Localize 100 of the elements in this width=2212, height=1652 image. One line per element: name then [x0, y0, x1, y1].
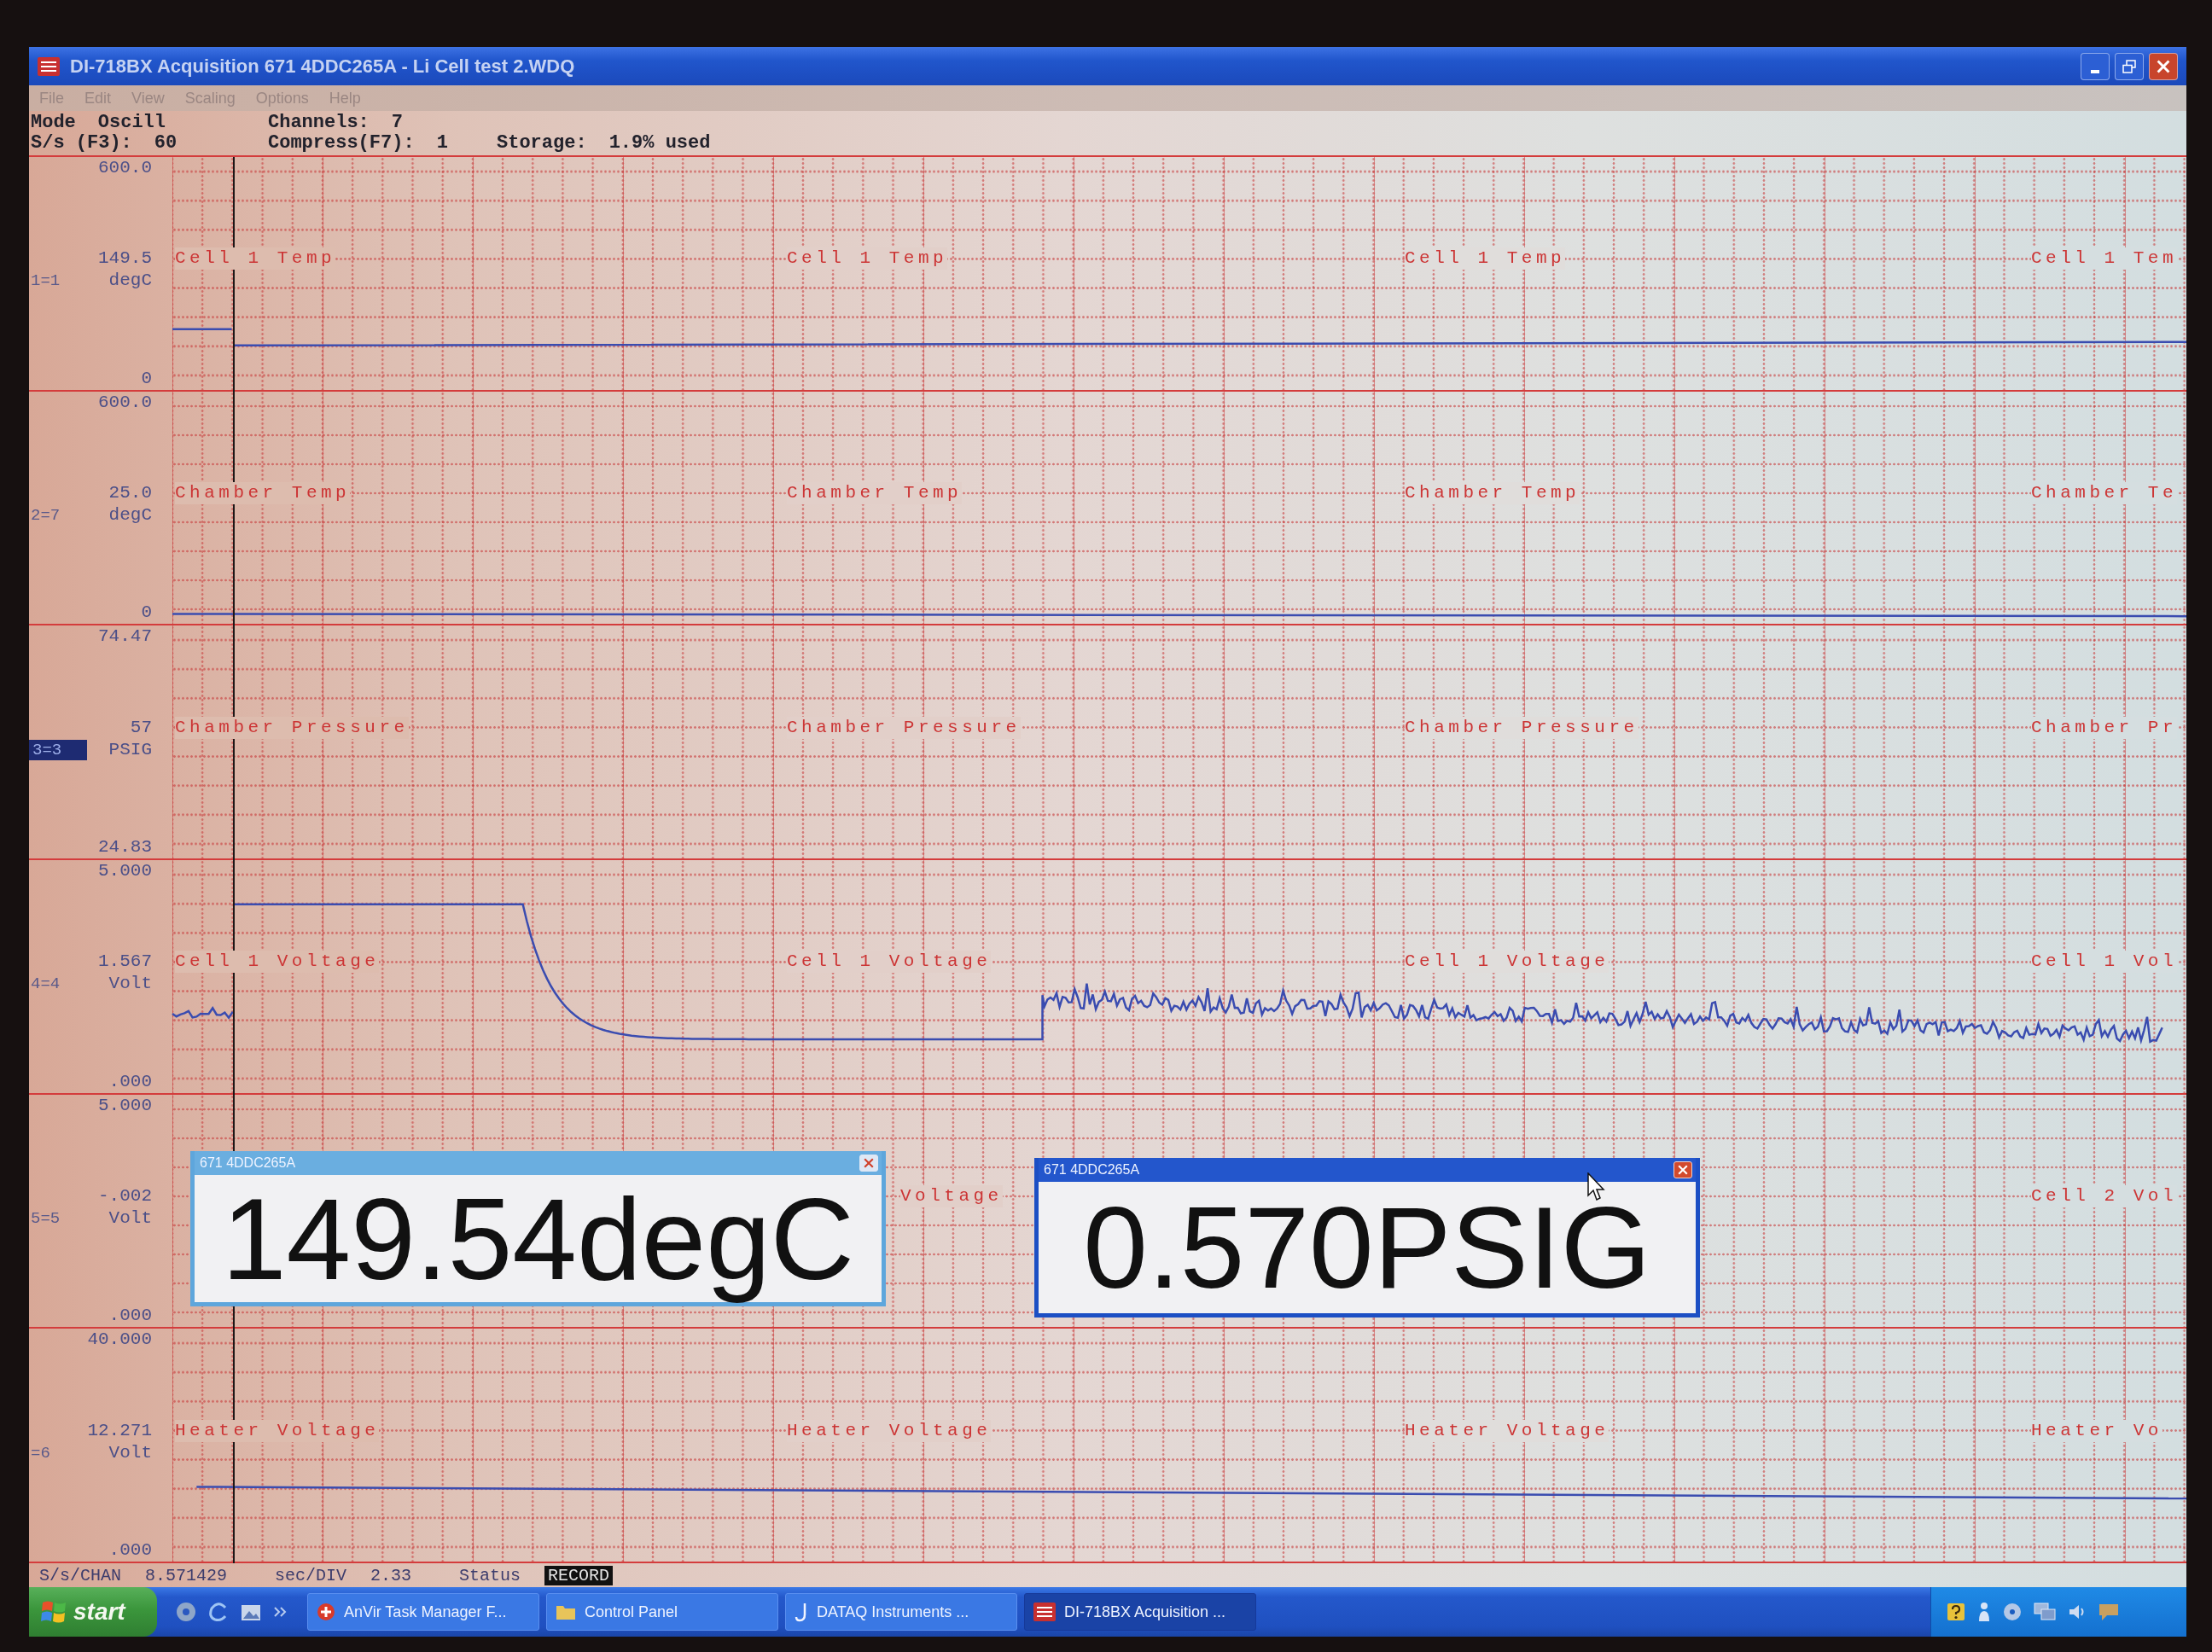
quick-launch-button[interactable] [241, 1603, 261, 1621]
channel-name-label: Chamber Pressure [1405, 716, 1639, 739]
curve-icon [795, 1602, 808, 1622]
scale-value-label: 57 [130, 716, 152, 739]
channel-name-label: Chamber Pressure [175, 716, 409, 739]
channel-name-label: Heater Vo [2031, 1419, 2163, 1442]
header-value: 60 [154, 133, 178, 154]
disc-icon [2003, 1603, 2022, 1621]
start-button[interactable]: start [29, 1587, 157, 1637]
channel-tag[interactable]: 4=4 [29, 974, 64, 995]
taskbar-button[interactable]: DI-718BX Acquisition ... [1024, 1593, 1256, 1631]
disc-icon [176, 1602, 196, 1622]
channel-name-label: Cell 1 Voltage [1405, 951, 1610, 974]
scale-min-label: 24.83 [98, 836, 152, 858]
readout-value: 0.570PSIG [1039, 1182, 1696, 1313]
folder-icon [556, 1603, 576, 1620]
person-icon [1977, 1602, 1991, 1622]
status-label: Status [459, 1565, 521, 1585]
scale-max-label: 5.000 [98, 860, 152, 882]
channel-tag[interactable]: =6 [29, 1442, 54, 1463]
unit-label: Volt [108, 1441, 152, 1464]
header-value: 7 [391, 113, 404, 133]
plus-circle-icon [317, 1603, 335, 1621]
scale-value-label: 149.5 [98, 247, 152, 270]
channel-name-label: Chamber Temp [1405, 482, 1580, 504]
channel-name-label: Chamber Temp [175, 482, 351, 504]
header-label: S/s (F3): [31, 133, 132, 154]
scale-max-label: 600.0 [98, 157, 152, 179]
channel-name-label: Cell 1 Temp [787, 247, 948, 270]
restore-button[interactable] [2115, 52, 2144, 80]
header-label: Channels: [268, 113, 370, 133]
header-label: Compress(F7): [268, 133, 415, 154]
channel-name-label: Cell 1 Voltage [787, 951, 992, 974]
unit-label: Volt [108, 1207, 152, 1230]
channel-name-label: Chamber Te [2031, 482, 2178, 504]
readout-value: 149.54degC [195, 1175, 882, 1302]
app-icon [1033, 1603, 1056, 1621]
channel-tag[interactable]: 3=3 [29, 739, 88, 760]
close-button[interactable] [1674, 1161, 1692, 1178]
scale-max-label: 40.000 [87, 1329, 152, 1352]
scale-min-label: .000 [108, 1305, 152, 1328]
channel-tag[interactable]: 2=7 [29, 505, 64, 526]
status-value: RECORD [544, 1565, 614, 1585]
window-title: DI-718BX Acquisition 671 4DDC265A - Li Cell test 2.WDQ [70, 55, 575, 78]
quick-launch-button[interactable] [176, 1602, 196, 1622]
status-label: S/s/CHAN [39, 1565, 121, 1585]
scale-value-label: 1.567 [98, 951, 152, 974]
channel-name-label: Cell 1 Temp [175, 247, 336, 270]
channel-name-label: Cell 1 Tem [2031, 247, 2178, 270]
unit-label: degC [108, 504, 152, 526]
channel-name-label: Cell 1 Vol [2031, 951, 2178, 974]
app-icon [38, 56, 60, 76]
channel-name-label: Cell 1 Voltage [175, 951, 380, 974]
header-value: Oscill [97, 113, 166, 133]
picture-icon [241, 1603, 261, 1621]
unit-label: degC [108, 270, 152, 293]
channel-name-label: Voltage [900, 1185, 1003, 1207]
taskbar-button[interactable]: Control Panel [546, 1593, 778, 1631]
scale-max-label: 600.0 [98, 391, 152, 414]
tray-button[interactable] [2003, 1603, 2022, 1621]
scale-value-label: -.002 [98, 1185, 152, 1207]
scale-min-label: 0 [141, 367, 152, 390]
close-button[interactable] [859, 1155, 878, 1172]
status-value: 8.571429 [145, 1565, 228, 1585]
channel-name-label: Heater Voltage [787, 1419, 992, 1442]
scale-min-label: 0 [141, 602, 152, 625]
channel-name-label: Cell 1 Temp [1405, 247, 1566, 270]
tray-button[interactable] [1947, 1603, 1965, 1621]
scale-value-label: 12.271 [87, 1419, 152, 1442]
channel-tag[interactable]: 1=1 [29, 270, 64, 292]
minimize-button[interactable] [2081, 52, 2110, 80]
taskbar-button[interactable]: DATAQ Instruments ... [785, 1593, 1017, 1631]
minimize-icon [2091, 69, 2099, 73]
channel-name-label: Heater Voltage [1405, 1419, 1610, 1442]
quick-launch-button[interactable] [208, 1602, 229, 1622]
swirl-icon [208, 1602, 229, 1622]
close-icon [2157, 59, 2170, 73]
taskbar-button[interactable]: AnVir Task Manager F... [307, 1593, 539, 1631]
channel-tag[interactable]: 5=5 [29, 1208, 64, 1229]
chat-bubble-icon [2098, 1603, 2119, 1621]
tray-button[interactable] [1977, 1602, 1991, 1622]
status-label: sec/DIV [275, 1565, 347, 1585]
channel-name-label: Chamber Pr [2031, 716, 2178, 739]
close-icon [864, 1158, 874, 1168]
channel-name-label: Cell 2 Vol [2031, 1185, 2178, 1207]
header-value: 1.9% used [608, 133, 711, 154]
flag-icon [41, 1600, 67, 1624]
restore-icon [2122, 59, 2136, 73]
mouse-pointer-icon [1587, 1172, 1606, 1201]
status-value: 2.33 [370, 1565, 412, 1585]
scale-max-label: 74.47 [98, 625, 152, 649]
header-label: Storage: [497, 133, 587, 154]
monitor-icon [2034, 1603, 2056, 1621]
channel-name-label: Chamber Pressure [787, 716, 1021, 739]
window-title: 671 4DDC265A [200, 1155, 296, 1171]
window-title: 671 4DDC265A [1044, 1162, 1140, 1178]
close-icon [1678, 1165, 1688, 1175]
scale-min-label: .000 [108, 1070, 152, 1093]
double-chevron-icon[interactable] [273, 1606, 287, 1618]
help-icon [1947, 1603, 1965, 1621]
